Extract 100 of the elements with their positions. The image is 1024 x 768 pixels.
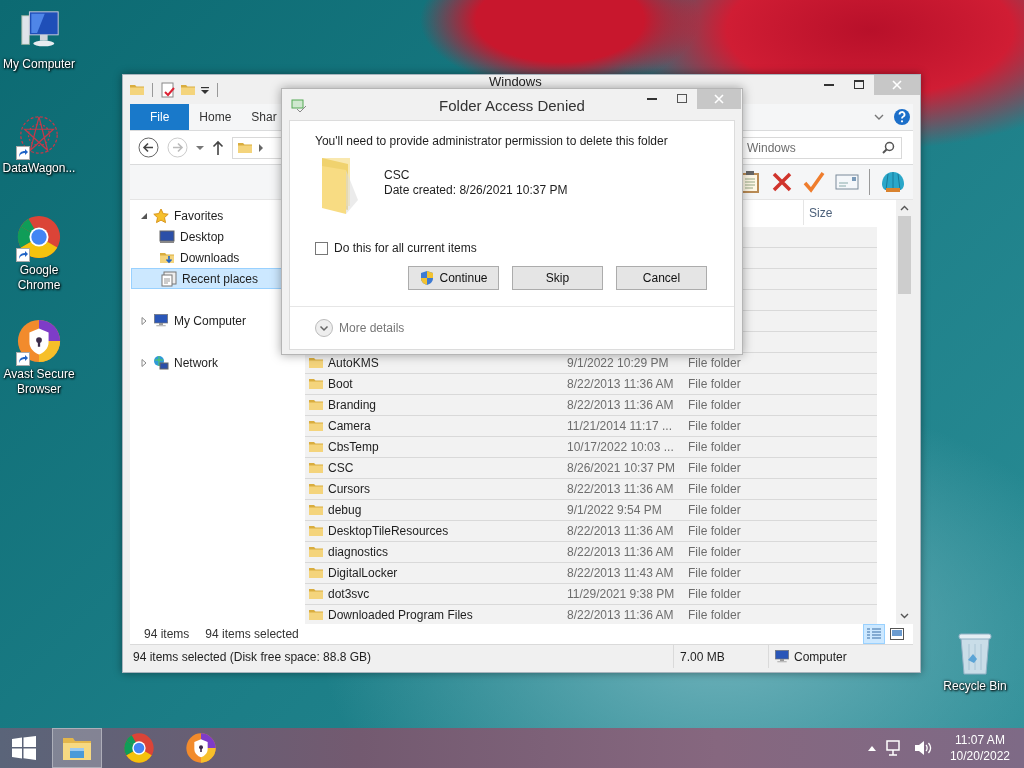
back-icon[interactable] [138,137,159,158]
folder-icon [308,439,324,455]
ribbon-tab[interactable]: Home [189,104,242,130]
file-row[interactable]: DigitalLocker 8/22/2013 11:43 AM File folder [305,563,877,584]
date-modified: 11/21/2014 11:17 ... [567,419,673,433]
ribbon-tab[interactable]: File [130,104,190,130]
file-type: File folder [688,419,742,433]
file-name: Camera [328,419,371,433]
scroll-down-icon[interactable] [900,611,909,620]
chrome-icon [123,732,155,764]
file-name: Boot [328,377,353,391]
maximize-icon[interactable] [854,80,864,90]
status-text: 94 items selected (Disk free space: 88.8 GB) [132,649,373,664]
desktop-icon [159,228,175,245]
dialog-button[interactable]: Cancel [616,266,707,290]
checkbox[interactable] [315,241,328,255]
app-icon [291,96,307,113]
file-row[interactable]: CSC 8/26/2021 10:37 PM File folder [305,458,877,479]
date-modified: 10/17/2022 10:03 ... [567,440,675,454]
date-modified: 8/22/2013 11:36 AM [567,482,675,496]
search-field[interactable]: Windows [742,136,902,159]
shell-icon[interactable] [880,169,906,195]
file-row[interactable]: debug 9/1/2022 9:54 PM File folder [305,500,877,521]
clock-date: 10/20/2022 [949,748,1010,764]
expanded-arrow-icon[interactable] [140,211,148,220]
item-count: 94 items [144,627,190,641]
nav-item[interactable]: Recent places [182,271,259,286]
ribbon-tab[interactable]: Shar [241,104,277,130]
window-title: Windows [489,75,542,88]
collapsed-arrow-icon[interactable] [140,316,148,325]
date-modified: 9/1/2022 10:29 PM [567,356,670,370]
dialog-button[interactable]: Continue [408,266,499,290]
file-row[interactable]: CbsTemp 10/17/2022 10:03 ... File folder [305,437,877,458]
file-row[interactable]: Camera 11/21/2014 11:17 ... File folder [305,416,877,437]
folder-icon [308,607,324,623]
card-icon[interactable] [835,173,859,191]
file-name: Branding [328,398,377,412]
folder-icon [308,502,324,518]
file-row[interactable]: dot3svc 11/29/2021 9:38 PM File folder [305,584,877,605]
nav-item[interactable]: Network [174,355,218,370]
details-view-icon [867,628,881,640]
nav-item[interactable]: My Computer [174,313,247,328]
star-icon [153,207,169,224]
clock[interactable]: 11:07 AM 10/20/2022 [949,732,1010,764]
shield-browser-icon [185,732,217,764]
status-size: 7.00 MB [673,645,769,668]
recycle-bin-icon [955,630,995,676]
recent-places-icon [161,270,177,287]
scroll-up-icon[interactable] [900,204,909,213]
shortcut-arrow-icon [16,352,30,366]
folder-icon [308,523,324,539]
desktop-icon-label[interactable]: My Computer [1,57,77,72]
nav-item[interactable]: Downloads [180,250,240,265]
date-created: Date created: 8/26/2021 10:37 PM [384,182,568,197]
file-type: File folder [688,482,742,496]
maximize-icon[interactable] [677,94,687,104]
desktop-icon-label[interactable]: Google Chrome [1,263,77,293]
expand-details-icon[interactable] [315,319,333,337]
delete-x-icon[interactable] [771,171,793,193]
dialog-button[interactable]: Skip [512,266,603,290]
file-type: File folder [688,377,742,391]
checkbox-label[interactable]: Do this for all current items [334,241,477,255]
volume-icon[interactable] [913,740,932,756]
folder-icon [308,397,324,413]
properties-icon[interactable] [160,81,176,98]
date-modified: 9/1/2022 9:54 PM [567,503,663,517]
scrollbar-thumb[interactable] [898,216,911,294]
folder-name: CSC [384,167,411,182]
nav-item[interactable]: Desktop [180,229,225,244]
nav-item[interactable]: Favorites [174,208,224,223]
dialog-title: Folder Access Denied [439,97,585,114]
file-row[interactable]: DesktopTileResources 8/22/2013 11:36 AM File folder [305,521,877,542]
desktop-icon-label[interactable]: Avast Secure Browser [1,367,77,397]
show-hidden-icons-icon[interactable] [867,745,876,751]
file-row[interactable]: AutoKMS 9/1/2022 10:29 PM File folder [305,353,877,374]
scrollbar[interactable] [896,200,913,624]
date-modified: 8/22/2013 11:36 AM [567,608,675,622]
file-name: DigitalLocker [328,566,398,580]
file-row[interactable]: Branding 8/22/2013 11:36 AM File folder [305,395,877,416]
folder-icon [308,460,324,476]
file-row[interactable]: diagnostics 8/22/2013 11:36 AM File folder [305,542,877,563]
up-arrow-icon[interactable] [212,139,224,156]
checkmark-icon[interactable] [803,171,825,193]
desktop-icon-label[interactable]: DataWagon... [1,161,77,176]
file-name: debug [328,503,362,517]
computer-icon [774,648,790,665]
taskbar-button[interactable] [52,728,102,768]
date-modified: 8/22/2013 11:36 AM [567,377,675,391]
file-name: AutoKMS [328,356,379,370]
date-modified: 8/26/2021 10:37 PM [567,461,677,475]
file-row[interactable]: Cursors 8/22/2013 11:36 AM File folder [305,479,877,500]
file-row[interactable]: Boot 8/22/2013 11:36 AM File folder [305,374,877,395]
network-globe-icon [153,354,169,371]
more-details-link[interactable]: More details [339,321,405,335]
column-header[interactable]: Size [803,200,877,225]
date-modified: 11/29/2021 9:38 PM [567,587,676,601]
file-row[interactable]: Downloaded Program Files 8/22/2013 11:36 AM File folder [305,605,877,624]
folder-icon [308,586,324,602]
clock-time: 11:07 AM [955,732,1005,748]
collapsed-arrow-icon[interactable] [140,358,148,367]
